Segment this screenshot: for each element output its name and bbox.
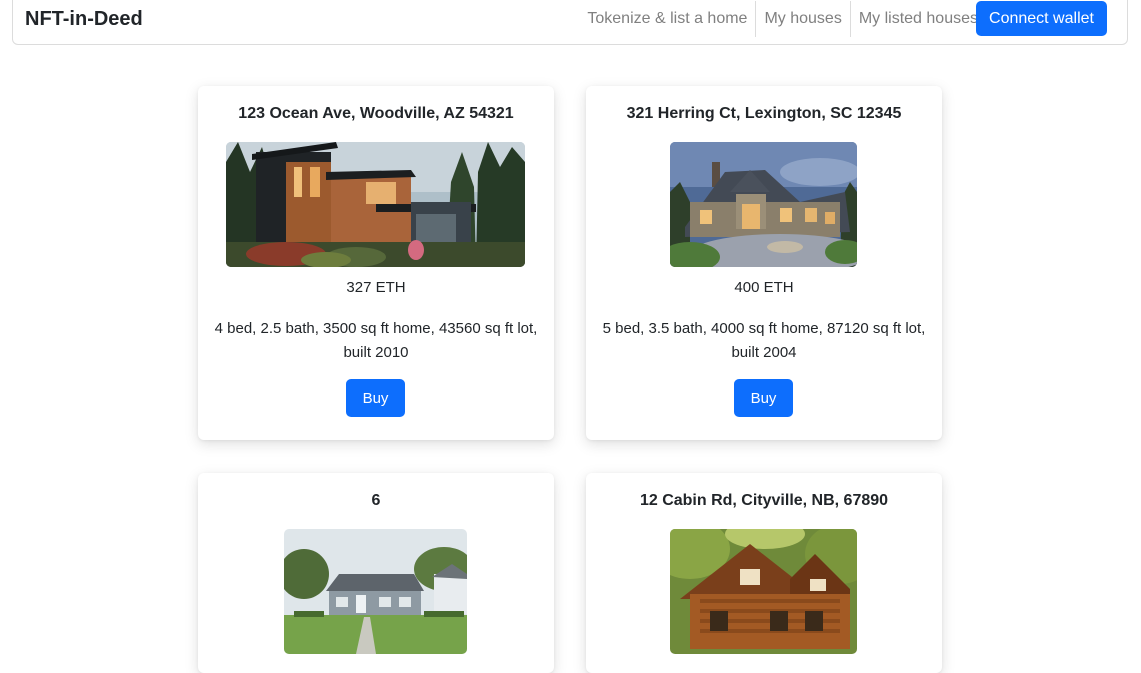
nav-link-my-listed-houses[interactable]: My listed houses — [849, 1, 986, 37]
nav-link-tokenize[interactable]: Tokenize & list a home — [579, 1, 755, 37]
listing-address: 6 — [371, 492, 381, 509]
house-image — [670, 142, 857, 267]
house-image — [226, 142, 525, 267]
house-image — [670, 529, 857, 654]
house-image — [284, 529, 467, 654]
listing-card: 123 Ocean Ave, Woodville, AZ 54321 327 E… — [198, 86, 554, 440]
brand-logo-text[interactable]: NFT-in-Deed — [25, 8, 143, 31]
buy-button[interactable]: Buy — [734, 379, 793, 417]
nav-links: Tokenize & list a home My houses My list… — [579, 1, 986, 37]
listing-price: 327 ETH — [346, 279, 406, 296]
listing-card: 12 Cabin Rd, Cityville, NB, 67890 — [586, 473, 942, 673]
listing-description: 5 bed, 3.5 bath, 4000 sq ft home, 87120 … — [602, 320, 926, 361]
listing-card: 6 — [198, 473, 554, 673]
listing-address: 123 Ocean Ave, Woodville, AZ 54321 — [238, 105, 514, 122]
top-navbar: NFT-in-Deed Tokenize & list a home My ho… — [12, 0, 1128, 45]
listing-description: 4 bed, 2.5 bath, 3500 sq ft home, 43560 … — [214, 320, 538, 361]
listing-address: 12 Cabin Rd, Cityville, NB, 67890 — [639, 492, 889, 509]
nav-link-my-houses[interactable]: My houses — [755, 1, 849, 37]
buy-button[interactable]: Buy — [346, 379, 405, 417]
listing-address: 321 Herring Ct, Lexington, SC 12345 — [626, 105, 902, 122]
listing-price: 400 ETH — [734, 279, 794, 296]
listing-card: 321 Herring Ct, Lexington, SC 12345 400 … — [586, 86, 942, 440]
connect-wallet-button[interactable]: Connect wallet — [976, 1, 1107, 36]
